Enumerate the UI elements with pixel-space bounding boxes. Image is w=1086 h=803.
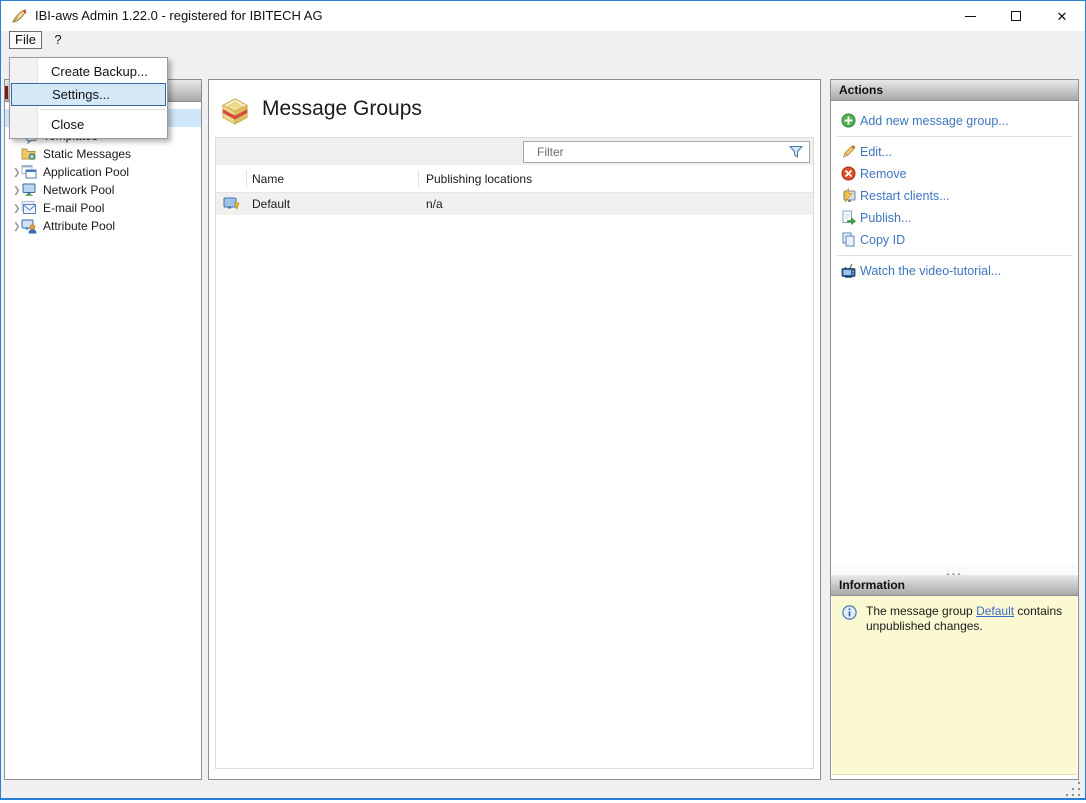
navigation-panel: Message Groups Templates Static Me — [4, 79, 202, 780]
window-title: IBI-aws Admin 1.22.0 - registered for IB… — [35, 1, 323, 31]
maximize-icon — [1011, 11, 1021, 21]
message-group-row-icon — [223, 196, 239, 212]
expand-chevron-icon[interactable]: ❯ — [5, 167, 21, 178]
page-title: Message Groups — [262, 97, 422, 121]
title-bar: IBI-aws Admin 1.22.0 - registered for IB… — [1, 1, 1085, 31]
network-pool-icon — [21, 182, 37, 198]
sidebar-item-static-messages[interactable]: Static Messages — [5, 145, 201, 163]
actions-separator — [837, 255, 1072, 256]
filter-band — [216, 138, 813, 165]
application-pool-icon — [21, 164, 37, 180]
info-text: The message group — [866, 604, 976, 618]
cell-name: Default — [252, 193, 290, 215]
video-tutorial-icon — [841, 263, 856, 278]
expand-chevron-icon[interactable]: ❯ — [5, 185, 21, 196]
restart-clients-icon — [841, 188, 856, 203]
actions-header: Actions — [831, 80, 1078, 101]
action-publish[interactable]: Publish... — [831, 207, 1078, 229]
cell-publishing-locations: n/a — [426, 193, 443, 215]
app-logo-icon — [11, 8, 28, 25]
column-header-publishing-locations[interactable]: Publishing locations — [426, 165, 532, 193]
sidebar-item-email-pool[interactable]: ❯ E-mail Pool — [5, 199, 201, 217]
sidebar-item-label: Application Pool — [43, 165, 129, 179]
attribute-pool-icon — [21, 218, 37, 234]
action-restart-clients[interactable]: Restart clients... — [831, 185, 1078, 207]
message-groups-list: Name Publishing locations Default n/a — [215, 137, 814, 769]
info-icon — [842, 605, 857, 620]
information-body: The message group Default contains unpub… — [832, 596, 1077, 775]
menu-item-close[interactable]: Close — [10, 113, 167, 136]
remove-icon — [841, 166, 856, 181]
publish-icon — [841, 210, 856, 225]
expand-chevron-icon[interactable]: ❯ — [5, 203, 21, 214]
file-menu-popup: Create Backup... Settings... Close — [9, 57, 168, 139]
sidebar-item-label: Static Messages — [43, 147, 131, 161]
actions-separator — [837, 136, 1072, 137]
panel-splitter[interactable]: ••• — [832, 565, 1077, 575]
menu-file[interactable]: File — [9, 31, 42, 49]
maximize-button[interactable] — [993, 1, 1039, 31]
minimize-icon — [965, 16, 976, 17]
main-panel: Message Groups Name Publishing locations — [208, 79, 821, 780]
close-button[interactable]: ✕ — [1039, 1, 1085, 31]
copy-id-icon — [841, 232, 856, 247]
close-icon: ✕ — [1057, 10, 1068, 23]
expand-chevron-icon[interactable]: ❯ — [5, 221, 21, 232]
column-separator — [246, 170, 247, 187]
sidebar-item-label: E-mail Pool — [43, 201, 104, 215]
column-header-name[interactable]: Name — [252, 165, 284, 193]
menu-item-create-backup[interactable]: Create Backup... — [10, 60, 167, 83]
filter-input[interactable] — [524, 144, 788, 160]
action-copy-id[interactable]: Copy ID — [831, 229, 1078, 251]
sidebar-item-label: Network Pool — [43, 183, 114, 197]
sidebar-item-label: Attribute Pool — [43, 219, 115, 233]
minimize-button[interactable] — [947, 1, 993, 31]
information-header: Information — [831, 575, 1078, 596]
table-header: Name Publishing locations — [216, 165, 813, 193]
message-groups-header-icon — [220, 96, 250, 126]
actions-list: Add new message group... Edit... Remove — [831, 101, 1078, 282]
menu-item-settings[interactable]: Settings... — [11, 83, 166, 106]
filter-funnel-icon[interactable] — [788, 144, 804, 160]
edit-icon — [841, 144, 856, 159]
column-separator — [418, 170, 419, 187]
add-icon — [841, 113, 856, 128]
filter-box — [523, 141, 810, 163]
menu-separator — [40, 109, 165, 110]
action-remove[interactable]: Remove — [831, 163, 1078, 185]
action-edit[interactable]: Edit... — [831, 141, 1078, 163]
app-window: IBI-aws Admin 1.22.0 - registered for IB… — [0, 0, 1086, 800]
actions-panel: Actions Add new message group... Edit... — [830, 79, 1079, 780]
menu-help[interactable]: ? — [49, 31, 67, 49]
sidebar-item-network-pool[interactable]: ❯ Network Pool — [5, 181, 201, 199]
resize-grip[interactable] — [1066, 782, 1080, 796]
header-icon-sliver — [5, 86, 8, 99]
menu-bar: File ? — [1, 31, 1085, 49]
static-messages-icon — [21, 146, 37, 162]
action-watch-video-tutorial[interactable]: Watch the video-tutorial... — [831, 260, 1078, 282]
default-group-link[interactable]: Default — [976, 604, 1014, 618]
action-add-new-message-group[interactable]: Add new message group... — [831, 110, 1078, 132]
sidebar-item-attribute-pool[interactable]: ❯ Attribute Pool — [5, 217, 201, 235]
table-row[interactable]: Default n/a — [216, 193, 813, 215]
status-bar — [1, 780, 1085, 799]
email-pool-icon — [21, 200, 37, 216]
sidebar-item-application-pool[interactable]: ❯ Application Pool — [5, 163, 201, 181]
